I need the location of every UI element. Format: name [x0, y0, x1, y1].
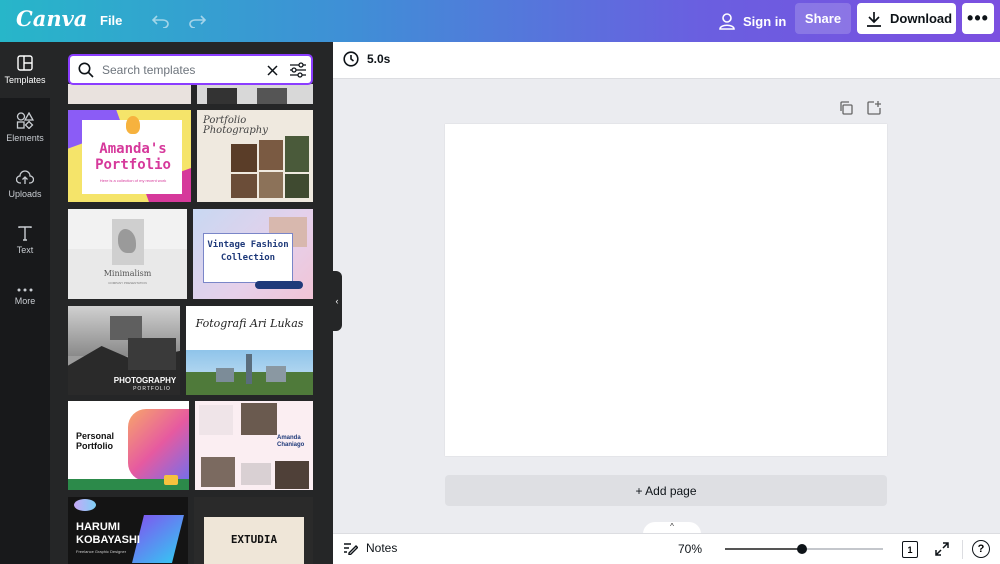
clock-icon	[343, 51, 359, 67]
template-thumb-partial-2[interactable]	[197, 84, 313, 104]
zoom-slider-knob[interactable]	[797, 544, 808, 554]
templates-icon	[17, 55, 33, 71]
editor-toolbar: 5.0s	[333, 42, 1000, 79]
template-thumb-personal-portfolio[interactable]: Personal Portfolio	[68, 401, 189, 490]
uploads-icon	[16, 169, 34, 184]
more-options-button[interactable]: •••	[962, 3, 994, 34]
left-navigation: Templates Elements Uploads Text More	[0, 42, 50, 564]
template-title: Minimalism	[103, 269, 152, 278]
download-button[interactable]: Download	[857, 3, 956, 34]
page-count-button[interactable]: 1	[902, 541, 918, 558]
filter-icon	[290, 62, 306, 78]
template-title: Amanda Chaniago	[277, 435, 305, 448]
nav-text-label: Text	[16, 244, 34, 255]
nav-uploads-label: Uploads	[8, 188, 42, 199]
user-icon	[719, 12, 735, 30]
fullscreen-button[interactable]	[934, 541, 950, 557]
notes-icon	[344, 543, 358, 555]
file-menu-button[interactable]: File	[92, 9, 130, 33]
canva-logo[interactable]: Canva	[16, 6, 87, 31]
template-title: Portfolio Photography	[203, 115, 268, 136]
close-icon	[266, 64, 278, 76]
nav-uploads[interactable]: Uploads	[0, 156, 50, 212]
more-icon	[17, 288, 33, 292]
chevron-left-icon: ‹	[335, 296, 339, 306]
template-title: Personal Portfolio	[76, 431, 115, 451]
template-thumb-amanda-portfolio[interactable]: Amanda's Portfolio Here is a collection …	[68, 110, 191, 202]
nav-more-label: More	[14, 296, 36, 306]
sign-in-label: Sign in	[743, 13, 787, 29]
zoom-slider[interactable]	[725, 544, 883, 554]
template-thumb-fotografi-ari-lukas[interactable]: Fotografi Ari Lukas	[186, 306, 313, 395]
duration-button[interactable]: 5.0s	[343, 51, 390, 67]
template-title: Fotografi Ari Lukas	[195, 317, 304, 330]
template-title: Vintage Fashion Collection	[207, 240, 289, 263]
template-thumb-extudia[interactable]: EXTUDIA	[194, 497, 313, 564]
nav-elements-label: Elements	[6, 132, 44, 143]
nav-templates-label: Templates	[4, 75, 46, 85]
template-title: Amanda's Portfolio	[95, 141, 171, 173]
zoom-slider-fill	[725, 548, 803, 550]
redo-button[interactable]	[185, 9, 209, 33]
top-bar: Canva File Sign in Share Download •••	[0, 0, 1000, 42]
nav-templates[interactable]: Templates	[0, 42, 50, 98]
undo-button[interactable]	[149, 9, 173, 33]
search-icon	[78, 62, 94, 78]
design-page[interactable]	[445, 124, 887, 456]
nav-more[interactable]: More	[0, 269, 50, 325]
nav-text[interactable]: Text	[0, 212, 50, 268]
template-thumb-portfolio-photography[interactable]: Portfolio Photography	[197, 110, 313, 202]
template-search-box	[68, 54, 313, 85]
elements-icon	[16, 111, 34, 129]
template-thumb-minimalism[interactable]: Minimalism COMPANY PRESENTATION	[68, 209, 187, 299]
download-icon	[867, 11, 881, 27]
help-button[interactable]: ?	[972, 540, 990, 558]
template-thumb-photography-portfolio[interactable]: PHOTOGRAPHY PORTFOLIO	[68, 306, 180, 395]
collapse-panel-handle[interactable]: ‹	[332, 271, 342, 331]
template-title: PHOTOGRAPHY	[113, 376, 177, 385]
template-title: HARUMI KOBAYASHI	[76, 521, 140, 546]
page-tools	[838, 100, 882, 116]
zoom-level[interactable]: 70%	[678, 542, 702, 556]
nav-elements[interactable]: Elements	[0, 99, 50, 155]
footer-divider	[962, 540, 963, 559]
undo-icon	[152, 15, 169, 28]
share-button[interactable]: Share	[795, 3, 851, 34]
redo-icon	[189, 15, 206, 28]
fullscreen-icon	[935, 542, 949, 556]
template-thumb-amanda-chaniago[interactable]: Amanda Chaniago	[195, 401, 313, 490]
template-thumb-vintage-fashion[interactable]: Vintage Fashion Collection	[193, 209, 313, 299]
duplicate-page-icon[interactable]	[838, 100, 854, 116]
filter-button[interactable]	[289, 61, 307, 79]
download-label: Download	[890, 11, 953, 26]
notes-button[interactable]: Notes	[343, 541, 397, 555]
template-subtitle: Freelance Graphic Designer	[76, 549, 127, 554]
sign-in-button[interactable]: Sign in	[713, 6, 792, 36]
clear-search-button[interactable]	[264, 62, 280, 78]
template-subtitle: COMPANY PRESENTATION	[108, 281, 147, 285]
template-thumb-partial-1[interactable]	[68, 84, 191, 104]
template-subtitle: Here is a collection of my recent work	[99, 178, 167, 183]
duration-label: 5.0s	[367, 52, 391, 66]
notes-label: Notes	[366, 541, 398, 555]
text-icon	[18, 225, 32, 241]
template-title: EXTUDIA	[230, 533, 278, 546]
add-page-icon[interactable]	[866, 100, 882, 116]
editor-footer: Notes 70% 1 ?	[333, 533, 1000, 564]
add-page-button[interactable]: + Add page	[445, 475, 887, 506]
template-thumb-harumi-kobayashi[interactable]: HARUMI KOBAYASHI Freelance Graphic Desig…	[68, 497, 188, 564]
template-subtitle: PORTFOLIO	[133, 386, 171, 392]
templates-panel: Amanda's Portfolio Here is a collection …	[50, 42, 333, 564]
search-input[interactable]	[102, 62, 252, 77]
